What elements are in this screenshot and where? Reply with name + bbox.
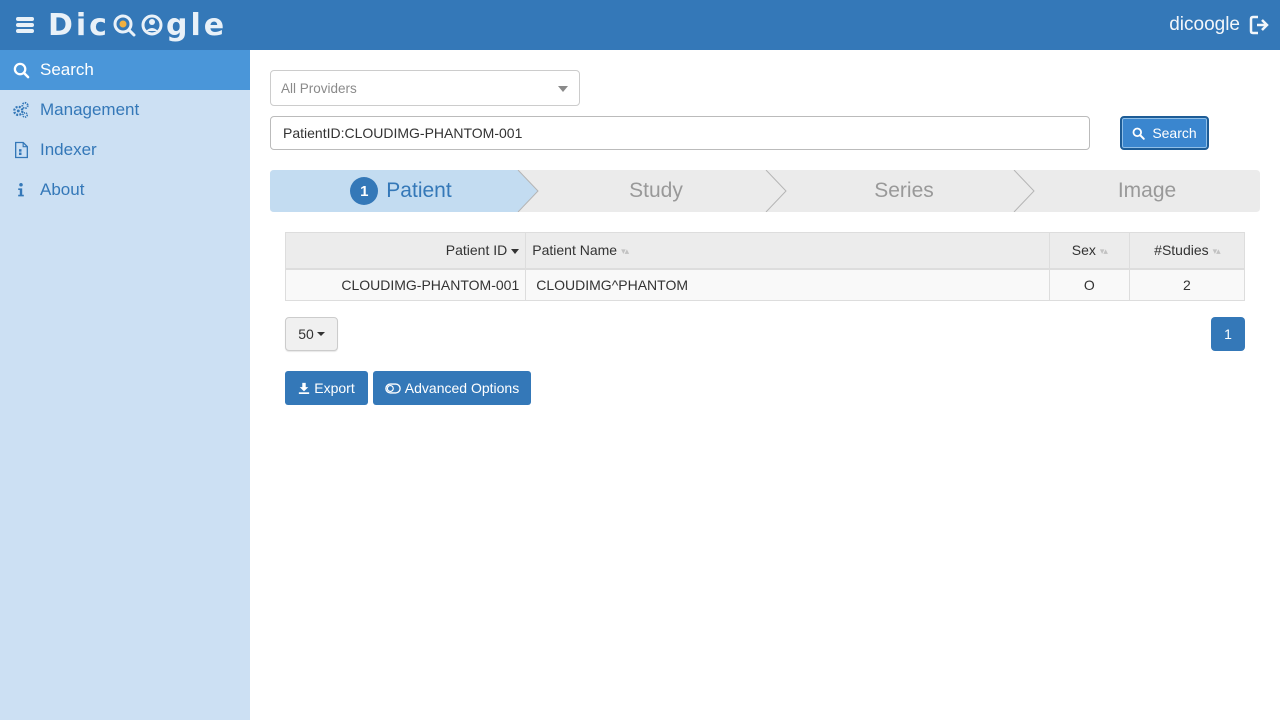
step-image[interactable]: Image — [1034, 170, 1260, 212]
top-bar: Dic gle dicoogle — [0, 0, 1280, 50]
sidebar-item-search[interactable]: Search — [0, 50, 250, 90]
search-button[interactable]: Search — [1120, 116, 1209, 150]
download-icon — [299, 382, 310, 394]
export-button[interactable]: Export — [285, 371, 368, 405]
export-button-label: Export — [314, 380, 355, 396]
search-icon — [11, 60, 31, 80]
chevron-down-icon — [558, 86, 568, 92]
app-logo[interactable]: Dic gle — [48, 6, 227, 44]
cell-patient-name[interactable]: CLOUDIMG^PHANTOM — [525, 268, 1050, 301]
cell-sex[interactable]: O — [1049, 268, 1130, 301]
result-level-steps: 1 Patient Study Series Image — [270, 170, 1260, 212]
user-area: dicoogle — [1169, 0, 1270, 50]
sort-icon: ▾▴ — [1212, 246, 1221, 257]
search-query-input[interactable] — [270, 116, 1090, 150]
step-label: Study — [629, 179, 683, 202]
sidebar-item-about[interactable]: About — [0, 170, 250, 210]
advanced-options-label: Advanced Options — [404, 380, 520, 396]
gears-icon — [11, 100, 31, 120]
advanced-options-button[interactable]: Advanced Options — [373, 371, 531, 405]
pagination-page-button[interactable]: 1 — [1211, 317, 1245, 351]
column-header-patient-id[interactable]: Patient ID — [285, 232, 527, 270]
sidebar-item-label: Search — [40, 60, 94, 79]
logo-person-icon — [141, 14, 163, 36]
provider-select[interactable]: All Providers — [270, 70, 580, 106]
sort-icon: ▾▴ — [621, 246, 629, 257]
user-name[interactable]: dicoogle — [1169, 14, 1240, 36]
table-row[interactable]: CLOUDIMG-PHANTOM-001 CLOUDIMG^PHANTOM O … — [285, 268, 1246, 301]
column-header-patient-name[interactable]: Patient Name ▾▴ — [525, 232, 1050, 270]
page-size-dropdown[interactable]: 50 — [285, 317, 338, 351]
caret-down-icon — [316, 332, 325, 336]
sidebar: Search Management Indexer About — [0, 50, 250, 720]
cell-studies[interactable]: 2 — [1129, 268, 1246, 301]
sidebar-item-management[interactable]: Management — [0, 90, 250, 130]
column-header-sex[interactable]: Sex ▾▴ — [1049, 232, 1130, 270]
menu-icon[interactable] — [14, 14, 36, 36]
step-study[interactable]: Study — [538, 170, 774, 212]
provider-select-placeholder: All Providers — [281, 80, 357, 96]
column-header-label: #Studies — [1154, 242, 1209, 259]
cell-patient-id[interactable]: CLOUDIMG-PHANTOM-001 — [285, 268, 527, 301]
results-table: Patient ID Patient Name ▾▴ Sex ▾▴ #Studies… — [285, 232, 1246, 301]
info-icon — [11, 180, 31, 200]
page-size-value: 50 — [298, 326, 314, 342]
column-header-studies[interactable]: #Studies ▾▴ — [1129, 232, 1246, 270]
search-icon — [1132, 127, 1146, 140]
page-number: 1 — [1224, 326, 1232, 342]
search-button-label: Search — [1152, 125, 1197, 141]
step-label: Image — [1117, 179, 1177, 202]
sidebar-item-indexer[interactable]: Indexer — [0, 130, 250, 170]
step-patient[interactable]: 1 Patient — [270, 170, 532, 212]
step-label: Series — [874, 179, 934, 202]
logo-text-right: gle — [165, 7, 228, 43]
sort-icon: ▾▴ — [1099, 246, 1108, 257]
logo-text-left: Dic — [48, 7, 110, 43]
logout-icon[interactable] — [1248, 14, 1270, 36]
step-number-badge: 1 — [350, 177, 379, 205]
step-label: Patient — [386, 179, 452, 202]
column-header-label: Patient Name — [532, 242, 618, 259]
file-icon — [11, 140, 31, 160]
step-series[interactable]: Series — [786, 170, 1022, 212]
sidebar-item-label: About — [40, 180, 85, 199]
sidebar-item-label: Indexer — [40, 140, 97, 159]
logo-magnifier-icon — [113, 14, 136, 37]
toggle-off-icon — [385, 382, 401, 394]
sidebar-item-label: Management — [40, 100, 140, 119]
sort-desc-icon — [511, 249, 520, 255]
column-header-label: Patient ID — [445, 242, 508, 259]
table-header-row: Patient ID Patient Name ▾▴ Sex ▾▴ #Studies… — [285, 232, 1246, 270]
column-header-label: Sex — [1071, 242, 1096, 259]
